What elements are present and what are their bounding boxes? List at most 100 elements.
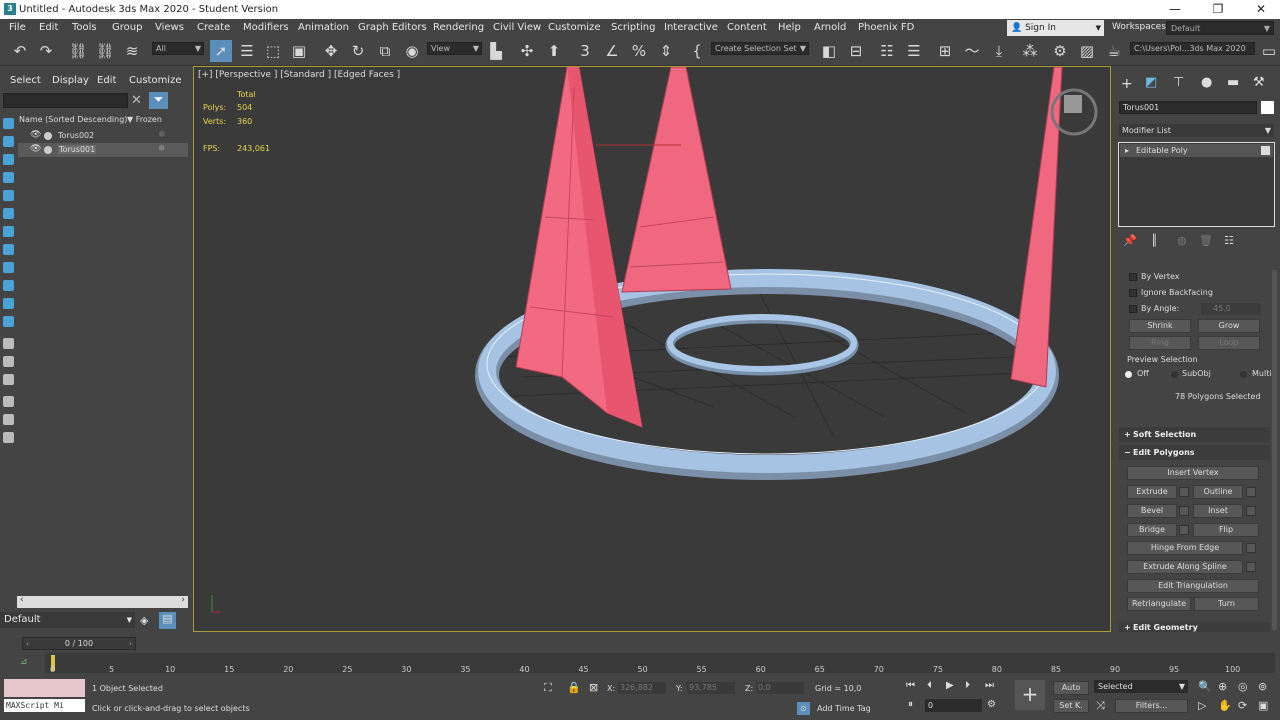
inset-settings-icon[interactable] [1246, 506, 1256, 516]
zoom-extents-all-icon[interactable]: ⊚ [1258, 680, 1267, 693]
modifier-stack[interactable]: ▸ Editable Poly [1118, 142, 1275, 227]
maxscript-mini-listener[interactable]: MAXScript Mi [4, 699, 85, 712]
filter-icon[interactable]: ⏷ [149, 92, 168, 109]
extrude-along-spline-button[interactable]: Extrude Along Spline [1127, 560, 1243, 574]
menu-tools[interactable]: Tools [72, 22, 97, 33]
select-by-name-icon[interactable]: ☰ [236, 40, 258, 62]
ignore-backfacing-checkbox[interactable] [1129, 289, 1137, 297]
sign-in-button[interactable]: 👤 Sign In ▼ [1007, 20, 1104, 36]
eye-icon[interactable]: 👁 [30, 144, 41, 154]
freeze-icon[interactable]: ❄ [158, 130, 166, 140]
goto-start-icon[interactable]: ⏮ [906, 680, 915, 691]
explorer-tab-select[interactable]: Select [10, 75, 41, 86]
extrude-button[interactable]: Extrude [1127, 485, 1177, 499]
camera-filter-icon[interactable] [3, 172, 14, 183]
bind-spacewarp-icon[interactable]: ≋ [121, 40, 143, 62]
utilities-tab-icon[interactable]: ⚒ [1253, 75, 1265, 90]
set-key-icon[interactable]: + [1015, 680, 1045, 710]
spinner-snap-icon[interactable]: ⇕ [655, 40, 677, 62]
preview-multi-radio[interactable] [1240, 371, 1247, 378]
preview-off-radio[interactable] [1125, 371, 1132, 378]
configure-sets-icon[interactable]: ☷ [1224, 234, 1234, 247]
key-mode-icon[interactable]: ⏸ [908, 699, 913, 710]
extruded-polygon-spike-right[interactable] [1010, 67, 1063, 388]
placement-icon[interactable]: ◉ [401, 40, 423, 62]
ring-button[interactable]: Ring [1129, 336, 1191, 350]
menu-scripting[interactable]: Scripting [611, 22, 655, 33]
modifier-list-dropdown[interactable]: Modifier List ▼ [1119, 124, 1274, 137]
outline-button[interactable]: Outline [1193, 485, 1243, 499]
group-filter-icon[interactable] [3, 226, 14, 237]
y-coord-field[interactable]: 93,785 [687, 682, 735, 694]
name-column-header[interactable]: Name (Sorted Descending) [19, 115, 127, 124]
project-path-dropdown[interactable]: C:\Users\Pol...3ds Max 2020 [1130, 42, 1255, 55]
freeze-icon[interactable]: ❄ [158, 144, 166, 154]
x-coord-field[interactable]: 326,882 [618, 682, 666, 694]
shrink-button[interactable]: Shrink [1129, 319, 1191, 333]
goto-end-icon[interactable]: ⏭ [985, 680, 994, 691]
layer-explorer-icon[interactable]: ☰ [903, 40, 925, 62]
rect-selection-icon[interactable]: ⬚ [262, 40, 284, 62]
isolate-selection-icon[interactable]: ⛶ [544, 681, 552, 695]
extruded-polygon-spike-middle[interactable] [621, 67, 732, 293]
menu-animation[interactable]: Animation [298, 22, 349, 33]
light-filter-icon[interactable] [3, 154, 14, 165]
zoom-icon[interactable]: 🔍 [1198, 680, 1212, 693]
eye-icon[interactable]: 👁 [30, 130, 41, 140]
menu-customize[interactable]: Customize [548, 22, 601, 33]
pin-stack-icon[interactable]: 📌 [1123, 234, 1137, 247]
invert-display-icon[interactable] [3, 374, 14, 385]
move-icon[interactable]: ✥ [320, 40, 342, 62]
field-of-view-icon[interactable]: ▷ [1198, 699, 1206, 712]
display-all-icon[interactable] [3, 338, 14, 349]
object-color-swatch[interactable] [1261, 101, 1274, 114]
auto-key-button[interactable]: Auto [1053, 681, 1089, 695]
menu-rendering[interactable]: Rendering [433, 22, 484, 33]
modify-tab-icon[interactable]: ◩ [1145, 75, 1157, 90]
edit-triangulation-button[interactable]: Edit Triangulation [1127, 579, 1259, 593]
reference-coord-dropdown[interactable]: View ▼ [427, 42, 482, 55]
selection-lock-icon[interactable]: 🔒 [567, 681, 581, 694]
bevel-settings-icon[interactable] [1179, 506, 1189, 516]
lock-selection-icon[interactable] [3, 396, 14, 407]
menu-content[interactable]: Content [727, 22, 767, 33]
maximize-viewport-icon[interactable]: ▣ [1258, 699, 1268, 712]
orbit-icon[interactable]: ⟳ [1238, 699, 1247, 712]
explorer-tab-customize[interactable]: Customize [129, 75, 182, 86]
link-icon[interactable]: ⛓ [67, 40, 89, 62]
menu-arnold[interactable]: Arnold [814, 22, 846, 33]
edit-geometry-rollout[interactable]: + Edit Geometry [1119, 622, 1270, 632]
bevel-button[interactable]: Bevel [1127, 504, 1177, 518]
render-setup-icon[interactable]: ⚙ [1049, 40, 1071, 62]
edit-named-selection-icon[interactable]: { [686, 40, 708, 62]
prev-frame-icon[interactable]: ⏴ [927, 680, 932, 691]
display-none-icon[interactable] [3, 356, 14, 367]
select-object-icon[interactable]: ➚ [210, 40, 232, 62]
loop-button[interactable]: Loop [1198, 336, 1260, 350]
menu-edit[interactable]: Edit [39, 22, 58, 33]
menu-create[interactable]: Create [197, 22, 230, 33]
mirror-icon[interactable]: ◧ [818, 40, 840, 62]
hierarchy-tab-icon[interactable]: ⊤ [1173, 75, 1184, 90]
hidden-filter-icon[interactable] [3, 316, 14, 327]
explorer-tab-edit[interactable]: Edit [97, 75, 116, 86]
filters-button[interactable]: Filters... [1115, 699, 1188, 713]
bone-filter-icon[interactable] [3, 262, 14, 273]
align-icon[interactable]: ⊟ [845, 40, 867, 62]
display-tab-icon[interactable]: ▬ [1227, 75, 1239, 90]
list-item[interactable]: 👁 Torus002 ❄ [18, 129, 188, 143]
menu-graph-editors[interactable]: Graph Editors [358, 22, 427, 33]
menu-group[interactable]: Group [112, 22, 142, 33]
menu-phoenix-fd[interactable]: Phoenix FD [858, 22, 914, 33]
set-key-button[interactable]: Set K. [1053, 699, 1089, 713]
extrude-settings-icon[interactable] [1179, 487, 1189, 497]
material-editor-icon[interactable]: ⁂ [1019, 40, 1041, 62]
extrude-spline-settings-icon[interactable] [1246, 562, 1256, 572]
next-frame-icon[interactable]: ⏵ [965, 680, 970, 691]
time-tag-icon[interactable]: ⊙ [797, 702, 810, 715]
object-name-field[interactable]: Torus001 [1119, 101, 1257, 114]
zoom-all-icon[interactable]: ⊕ [1218, 680, 1227, 693]
unlink-icon[interactable]: ⛓ [94, 40, 116, 62]
curve-editor-toggle-icon[interactable]: ⊿ [20, 657, 28, 667]
time-config-icon[interactable]: ⚙ [987, 699, 996, 710]
